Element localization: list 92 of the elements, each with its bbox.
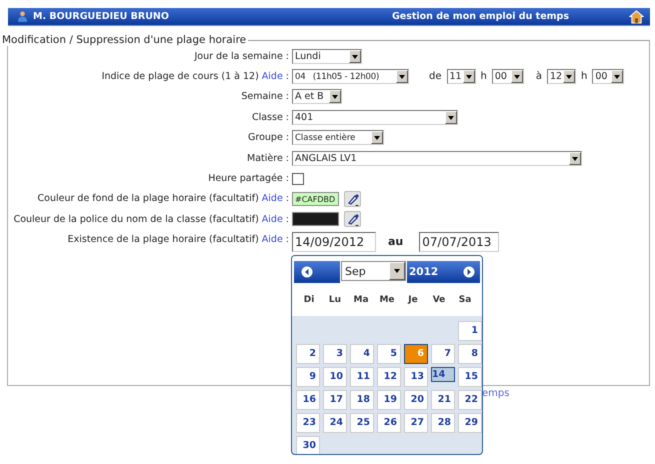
weekday-label: Lu [328, 294, 342, 304]
field-label: Matière [247, 152, 283, 164]
hour-label: h [480, 71, 487, 82]
start-date-field[interactable]: 14/09/2012 [292, 232, 376, 252]
color-picker-button[interactable] [344, 211, 361, 228]
dropdown[interactable]: 12 [546, 69, 576, 84]
field-label: Existence de la plage horaire (facultatif) [68, 234, 259, 246]
calendar-day[interactable]: 2 [296, 344, 320, 364]
weekday-label: Di [302, 294, 316, 304]
calendar-day[interactable]: 13 [404, 367, 428, 387]
page-title: Gestion de mon emploi du temps [392, 11, 569, 22]
next-month-button[interactable] [463, 266, 475, 278]
color-field[interactable] [292, 212, 339, 226]
form-legend: Modification / Suppression d'une plage horaire [2, 34, 248, 46]
field-label: Indice de plage de cours (1 à 12) [102, 71, 259, 82]
dropdown[interactable]: 04 (11h05 - 12h00) [292, 69, 409, 84]
weekday-label: Je [406, 294, 419, 304]
calendar-day[interactable]: 29 [458, 413, 482, 433]
weekday-label: Sa [458, 294, 472, 304]
label-colon: : [286, 193, 289, 204]
calendar-day[interactable]: 15 [458, 367, 482, 387]
color-field[interactable]: #CAFDBD [292, 192, 339, 206]
calendar-day[interactable]: 3 [323, 344, 347, 364]
month-dropdown[interactable]: Sep [341, 261, 406, 281]
help-link[interactable]: Aide [262, 234, 283, 246]
calendar-day[interactable]: 19 [377, 390, 401, 410]
calendar-day[interactable]: 23 [296, 413, 320, 433]
calendar-day[interactable]: 21 [431, 390, 455, 410]
field-label: Classe [252, 112, 283, 123]
to-label: à [536, 71, 542, 82]
user-icon [18, 11, 27, 22]
calendar-day[interactable]: 17 [323, 390, 347, 410]
home-icon[interactable] [629, 9, 644, 24]
label-colon: : [286, 112, 289, 123]
color-picker-button[interactable] [344, 190, 361, 207]
calendar-day[interactable]: 10 [323, 367, 347, 387]
hour-label: h [580, 71, 588, 82]
previous-month-button[interactable] [301, 266, 313, 278]
calendar-day[interactable]: 22 [458, 390, 482, 410]
field-label: Couleur de fond de la plage horaire (facultatif) [38, 193, 259, 204]
dropdown[interactable]: ANGLAIS LV1 [292, 150, 582, 166]
calendar-day[interactable]: 25 [350, 413, 374, 433]
calendar-day[interactable]: 27 [404, 413, 428, 433]
field-label: Jour de la semaine [194, 50, 283, 62]
dropdown[interactable]: 11 [446, 69, 476, 84]
label-colon: : [286, 234, 289, 246]
weekday-label: Ma [352, 294, 370, 304]
calendar-day[interactable]: 28 [431, 413, 455, 433]
label-colon: : [286, 50, 289, 62]
weekday-label: Me [378, 294, 396, 304]
weekday-label: Ve [432, 294, 446, 304]
label-colon: : [286, 214, 289, 225]
help-link[interactable]: Aide [262, 193, 283, 204]
calendar-day[interactable]: 5 [377, 344, 401, 364]
calendar-day[interactable]: 26 [377, 413, 401, 433]
calendar-day[interactable]: 12 [377, 367, 401, 387]
calendar-day[interactable]: 14 [431, 367, 455, 382]
calendar-day[interactable]: 9 [296, 367, 320, 387]
label-colon: : [286, 173, 289, 184]
calendar-day[interactable]: 30 [296, 436, 320, 454]
dropdown[interactable]: 00 [492, 69, 524, 84]
help-link[interactable]: Aide [262, 71, 283, 82]
link[interactable]: emps [482, 388, 510, 399]
date-separator: au [388, 235, 404, 248]
dropdown[interactable]: Lundi [292, 48, 362, 64]
calendar-day[interactable]: 11 [350, 367, 374, 387]
end-date-field[interactable]: 07/07/2013 [419, 232, 500, 252]
label-colon: : [286, 132, 289, 144]
field-label: Semaine [241, 91, 283, 102]
user-name: M. BOURGUEDIEU BRUNO [33, 11, 170, 22]
calendar-day[interactable]: 20 [404, 390, 428, 410]
calendar-day[interactable]: 24 [323, 413, 347, 433]
from-label: de [429, 71, 442, 82]
field-label: Couleur de la police du nom de la classe (facultatif) [14, 214, 259, 225]
calendar-day[interactable]: 1 [458, 321, 482, 341]
checkbox[interactable] [292, 172, 304, 185]
dropdown[interactable]: 401 [292, 110, 458, 125]
field-label: Groupe [248, 132, 283, 144]
calendar-day[interactable]: 18 [350, 390, 374, 410]
label-colon: : [286, 91, 289, 102]
calendar-day[interactable]: 7 [431, 344, 455, 364]
dropdown[interactable]: 00 [592, 69, 624, 84]
label-colon: : [286, 71, 289, 82]
label-colon: : [286, 152, 289, 164]
calendar-day[interactable]: 16 [296, 390, 320, 410]
dropdown[interactable]: A et B [292, 89, 342, 104]
calendar-day[interactable]: 4 [350, 344, 374, 364]
dropdown[interactable]: Classe entière [292, 130, 384, 146]
field-label: Heure partagée [208, 173, 283, 184]
help-link[interactable]: Aide [262, 214, 283, 225]
calendar-day[interactable]: 8 [458, 344, 482, 364]
year-label: 2012 [409, 266, 438, 278]
